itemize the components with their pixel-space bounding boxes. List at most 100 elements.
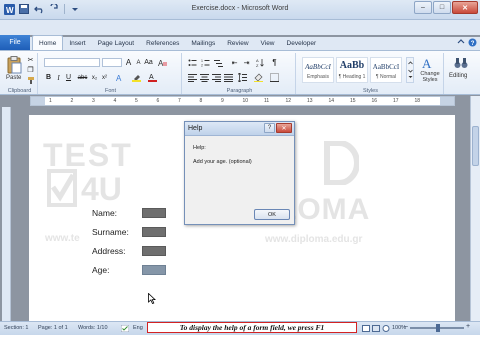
minimize-ribbon-icon[interactable] [457, 38, 465, 46]
superscript-icon[interactable]: x² [100, 73, 109, 82]
dialog-title-bar[interactable]: Help ? ✕ [185, 122, 294, 136]
tab-review[interactable]: Review [221, 37, 254, 50]
svg-text:Z: Z [256, 63, 259, 67]
tab-references[interactable]: References [140, 37, 185, 50]
paste-icon[interactable] [6, 56, 22, 76]
paste-label[interactable]: Paste [6, 75, 21, 81]
font-color-icon[interactable]: A [148, 73, 157, 82]
horizontal-ruler[interactable]: 1 2 3 4 5 6 7 8 9 10 11 12 13 14 15 16 17 18 [30, 96, 455, 106]
clear-formatting-icon[interactable]: A [158, 58, 167, 67]
tab-developer[interactable]: Developer [281, 37, 323, 50]
dialog-body: Help: Add your age. (optional) OK [185, 136, 294, 224]
subscript-icon[interactable]: x₂ [90, 73, 99, 82]
ruler-mark: 6 [156, 98, 160, 104]
increase-indent-icon[interactable]: ⇥ [242, 58, 251, 67]
font-size-combo[interactable] [102, 58, 122, 67]
web-layout-icon[interactable] [382, 325, 390, 334]
ruler-mark: 8 [199, 98, 203, 104]
ribbon-right-icons: ? [457, 38, 477, 47]
format-painter-icon[interactable] [26, 75, 35, 84]
borders-icon[interactable] [270, 73, 279, 82]
align-center-icon[interactable] [200, 73, 209, 82]
shrink-font-icon[interactable]: A [134, 58, 143, 67]
line-spacing-icon[interactable] [238, 73, 247, 82]
vertical-ruler[interactable] [2, 107, 11, 321]
binoculars-icon[interactable] [454, 57, 468, 71]
ok-button[interactable]: OK [254, 209, 290, 220]
proofing-icon[interactable] [120, 324, 130, 334]
show-formatting-icon[interactable]: ¶ [270, 58, 279, 67]
vertical-scrollbar[interactable] [470, 96, 480, 321]
svg-text:A: A [422, 56, 432, 70]
tab-file[interactable]: File [0, 35, 30, 50]
styles-label: Styles [363, 88, 378, 94]
age-field[interactable] [142, 265, 166, 275]
style-emphasis[interactable]: AaBbCcI Emphasis [302, 57, 334, 83]
name-field[interactable] [142, 208, 166, 218]
zoom-slider-knob[interactable] [436, 324, 440, 332]
editing-button-label[interactable]: Editing [449, 73, 467, 79]
ruler-mark: 17 [393, 98, 399, 104]
styles-scroll[interactable] [406, 57, 414, 83]
style-heading-1[interactable]: AaBb ¶ Heading 1 [336, 57, 368, 83]
change-styles-label[interactable]: Change Styles [417, 71, 443, 83]
status-language[interactable]: Eng [133, 325, 143, 331]
align-right-icon[interactable] [212, 73, 221, 82]
strikethrough-icon[interactable]: abc [78, 73, 88, 82]
styles-group: AaBbCcI Emphasis AaBb ¶ Heading 1 AaBbCc… [298, 53, 444, 94]
tab-home[interactable]: Home [32, 35, 64, 50]
scroll-thumb[interactable] [472, 126, 479, 166]
clipboard-label: Clipboard [7, 88, 32, 94]
decrease-indent-icon[interactable]: ⇤ [230, 58, 239, 67]
zoom-in-button[interactable]: + [466, 323, 470, 330]
italic-icon[interactable]: I [54, 73, 63, 82]
tab-page-layout[interactable]: Page Layout [92, 37, 141, 50]
text-effects-icon[interactable]: A [116, 73, 125, 82]
dialog-help-button[interactable]: ? [264, 123, 275, 133]
tab-mailings[interactable]: Mailings [185, 37, 221, 50]
ruler-mark: 2 [70, 98, 74, 104]
tab-insert[interactable]: Insert [63, 37, 91, 50]
surname-field[interactable] [142, 227, 166, 237]
copy-icon[interactable]: ❐ [26, 65, 35, 74]
help-icon[interactable]: ? [468, 38, 477, 47]
shading-icon[interactable] [254, 73, 263, 82]
address-field[interactable] [142, 246, 166, 256]
change-case-icon[interactable]: Aa [144, 58, 153, 67]
tab-view[interactable]: View [255, 37, 281, 50]
status-words[interactable]: Words: 1/10 [78, 325, 108, 331]
highlight-icon[interactable] [132, 73, 141, 82]
style-normal-sample: AaBbCcI [372, 63, 400, 71]
font-name-combo[interactable] [44, 58, 100, 67]
ruler-mark: 15 [350, 98, 356, 104]
multilevel-list-icon[interactable] [214, 58, 223, 67]
ruler-mark: 11 [264, 98, 270, 104]
bold-icon[interactable]: B [44, 73, 53, 82]
print-layout-icon[interactable] [362, 325, 370, 334]
ruler-mark: 5 [135, 98, 138, 104]
ruler-mark: 7 [178, 98, 181, 104]
maximize-button[interactable]: □ [433, 1, 451, 14]
cut-icon[interactable]: ✂ [26, 55, 35, 64]
minimize-button[interactable]: – [414, 1, 432, 14]
bottom-strip [0, 335, 480, 360]
sort-icon[interactable]: AZ [256, 58, 265, 67]
bullets-icon[interactable] [188, 58, 197, 67]
underline-icon[interactable]: U [64, 73, 73, 82]
justify-icon[interactable] [224, 73, 233, 82]
zoom-out-button[interactable]: – [404, 323, 408, 330]
change-styles-icon[interactable]: A [420, 56, 438, 72]
dialog-close-button[interactable]: ✕ [276, 123, 292, 133]
close-button[interactable]: ✕ [452, 1, 478, 14]
align-left-icon[interactable] [188, 73, 197, 82]
status-page[interactable]: Page: 1 of 1 [38, 325, 68, 331]
help-dialog: Help ? ✕ Help: Add your age. (optional) … [184, 121, 295, 225]
ribbon: Paste ✂ ❐ Clipboard A A Aa A B I U abc x… [0, 50, 480, 95]
style-normal[interactable]: AaBbCcI ¶ Normal [370, 57, 402, 83]
full-screen-icon[interactable] [372, 325, 380, 334]
status-section[interactable]: Section: 1 [4, 325, 28, 331]
watermark-4u: 4U [81, 171, 122, 207]
grow-font-icon[interactable]: A [124, 58, 133, 67]
numbering-icon[interactable]: 12 [201, 58, 210, 67]
ruler-mark: 9 [221, 98, 224, 104]
